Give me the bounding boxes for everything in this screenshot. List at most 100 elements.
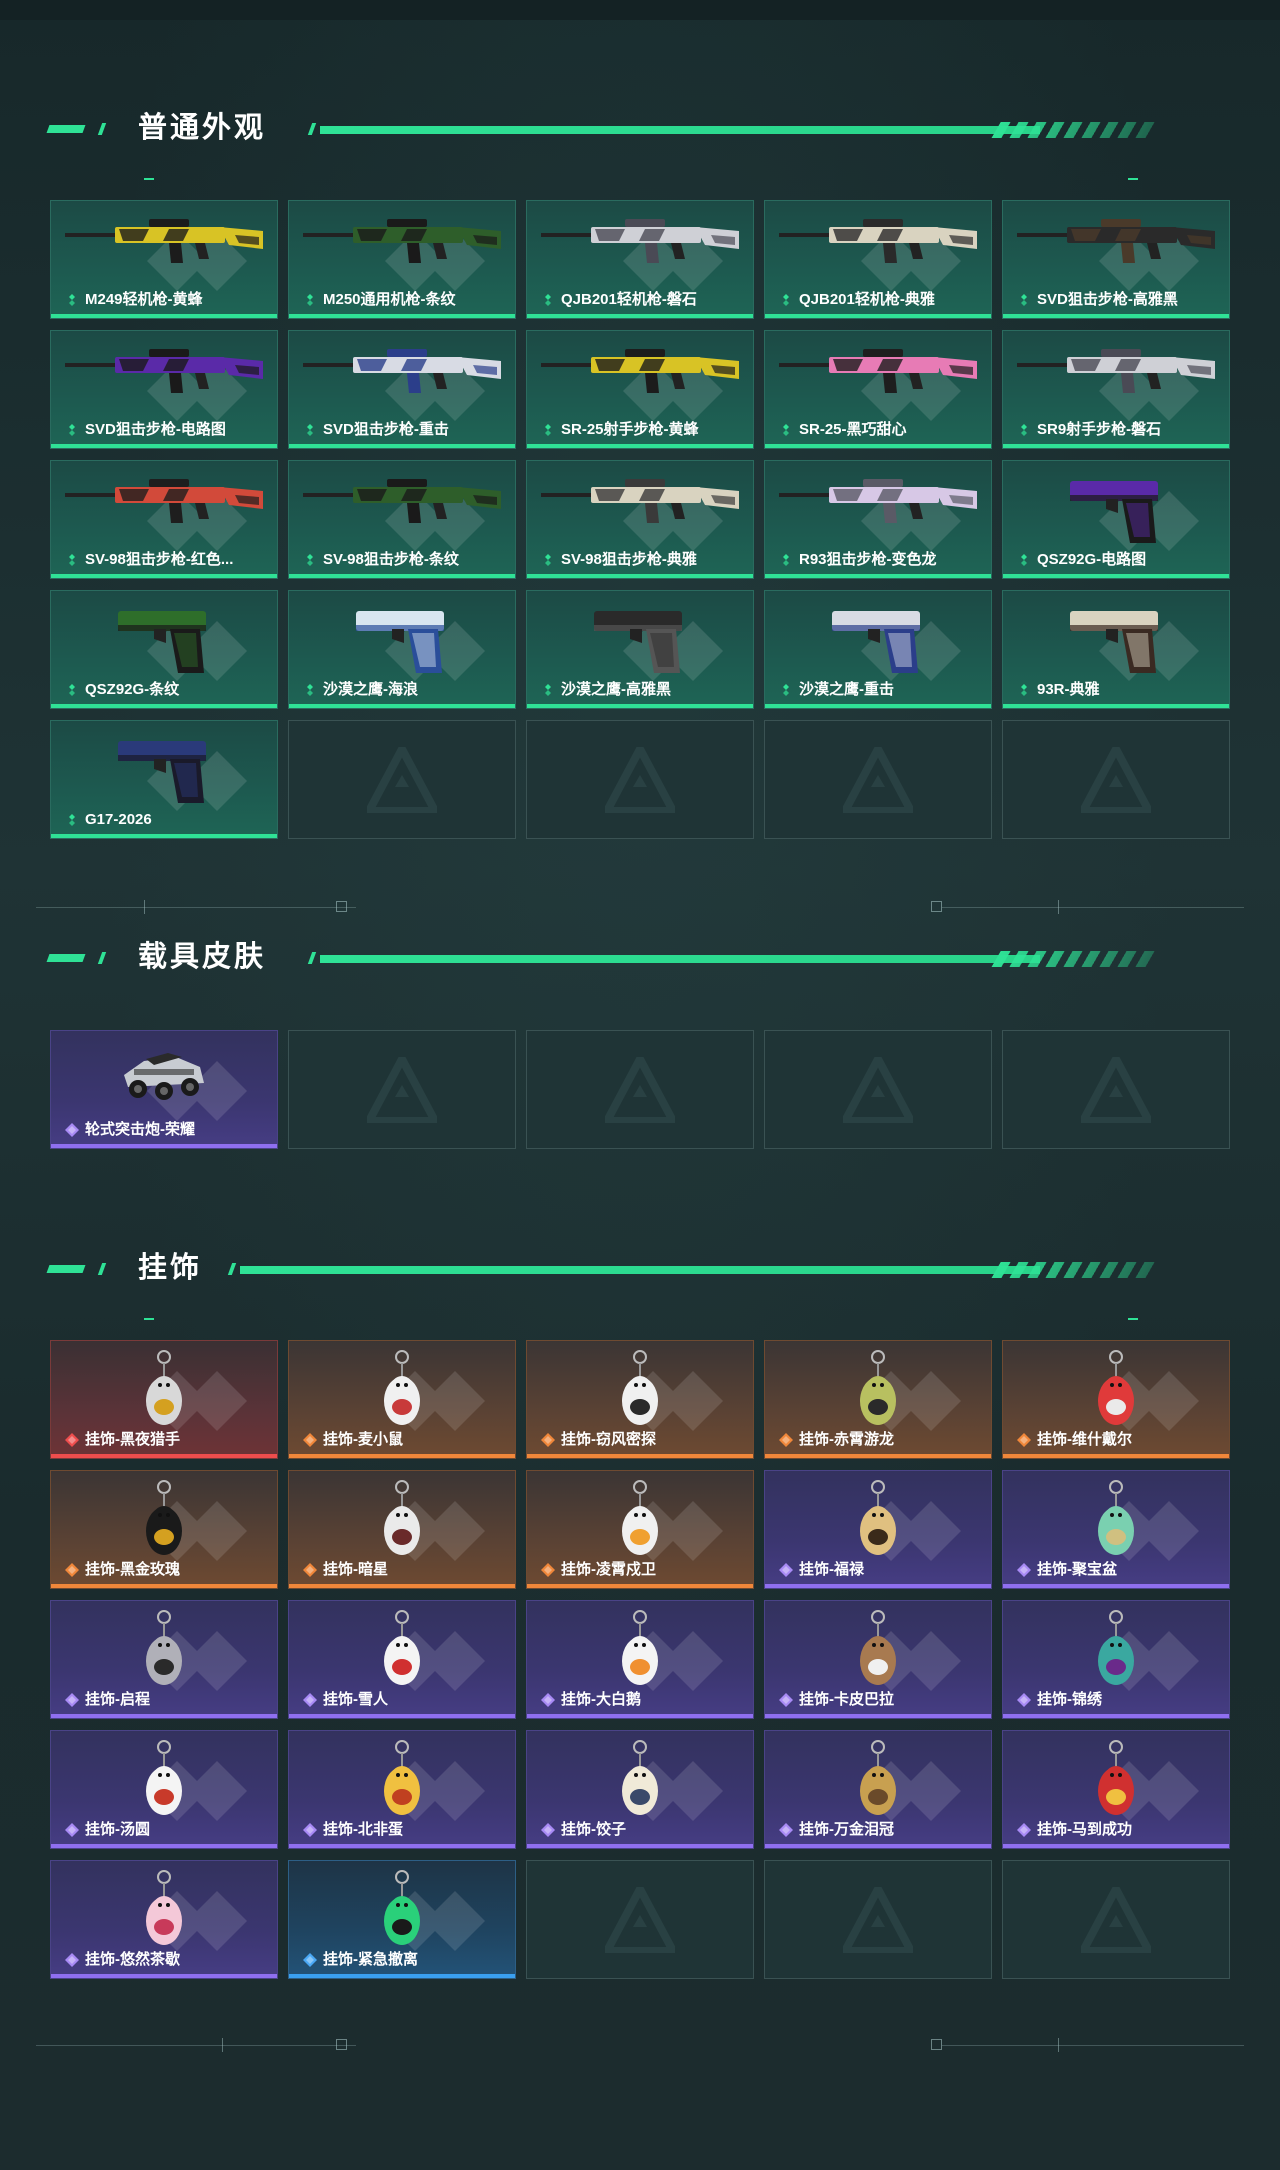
item-card[interactable]: SR9射手步枪-磐石 bbox=[1002, 330, 1230, 449]
empty-slot bbox=[288, 720, 516, 839]
item-card[interactable]: QJB201轻机枪-磐石 bbox=[526, 200, 754, 319]
item-card[interactable]: SVD狙击步枪-重击 bbox=[288, 330, 516, 449]
item-name: 挂饰-黑金玫瑰 bbox=[85, 1561, 180, 1578]
charm-cupcake-icon bbox=[129, 1869, 199, 1960]
item-name: 挂饰-紧急撤离 bbox=[323, 1951, 418, 1968]
rarity-bar bbox=[527, 444, 753, 448]
rarity-bar bbox=[51, 834, 277, 838]
item-name: SVD狙击步枪-重击 bbox=[323, 421, 449, 438]
empty-slot bbox=[764, 1860, 992, 1979]
item-card[interactable]: 沙漠之鹰-高雅黑 bbox=[526, 590, 754, 709]
item-label: 挂饰-维什戴尔 bbox=[1017, 1430, 1223, 1450]
item-card[interactable]: 挂饰-北非蛋 bbox=[288, 1730, 516, 1849]
item-card[interactable]: 挂饰-大白鹅 bbox=[526, 1600, 754, 1719]
placeholder-logo-icon bbox=[1081, 1056, 1151, 1123]
item-label: 沙漠之鹰-重击 bbox=[779, 680, 985, 700]
item-label: SVD狙击步枪-电路图 bbox=[65, 420, 271, 440]
rarity-purple-icon bbox=[65, 1953, 79, 1967]
header-accent-dash bbox=[46, 954, 86, 962]
item-card[interactable]: SVD狙击步枪-电路图 bbox=[50, 330, 278, 449]
item-label: 挂饰-锦绣 bbox=[1017, 1690, 1223, 1710]
rarity-bar bbox=[51, 444, 277, 448]
item-card[interactable]: SV-98狙击步枪-典雅 bbox=[526, 460, 754, 579]
item-card[interactable]: 挂饰-暗星 bbox=[288, 1470, 516, 1589]
rarity-green-icon bbox=[541, 423, 555, 437]
item-card[interactable]: 挂饰-饺子 bbox=[526, 1730, 754, 1849]
item-card[interactable]: G17-2026 bbox=[50, 720, 278, 839]
item-card[interactable]: 挂饰-黑夜猎手 bbox=[50, 1340, 278, 1459]
rarity-bar bbox=[527, 1584, 753, 1588]
item-card[interactable]: 93R-典雅 bbox=[1002, 590, 1230, 709]
item-card[interactable]: 挂饰-赤霄游龙 bbox=[764, 1340, 992, 1459]
empty-slot bbox=[1002, 1030, 1230, 1149]
rarity-green-icon bbox=[65, 423, 79, 437]
item-card[interactable]: SV-98狙击步枪-红色... bbox=[50, 460, 278, 579]
item-label: 挂饰-福禄 bbox=[779, 1560, 985, 1580]
rarity-bar bbox=[1003, 574, 1229, 578]
item-card[interactable]: SR-25-黑巧甜心 bbox=[764, 330, 992, 449]
charm-goose-icon bbox=[605, 1609, 675, 1700]
item-card[interactable]: 挂饰-汤圆 bbox=[50, 1730, 278, 1849]
rarity-green-icon bbox=[65, 813, 79, 827]
placeholder-logo-icon bbox=[605, 1056, 675, 1123]
header-line bbox=[320, 955, 1040, 963]
item-name: SR-25射手步枪-黄蜂 bbox=[561, 421, 699, 438]
item-card[interactable]: 挂饰-悠然茶歇 bbox=[50, 1860, 278, 1979]
rarity-green-icon bbox=[65, 293, 79, 307]
rarity-blue-icon bbox=[303, 1953, 317, 1967]
rarity-green-icon bbox=[1017, 683, 1031, 697]
header-mini-marker bbox=[144, 1318, 154, 1320]
rarity-green-icon bbox=[779, 293, 793, 307]
rarity-green-icon bbox=[1017, 293, 1031, 307]
item-card[interactable]: 挂饰-启程 bbox=[50, 1600, 278, 1719]
item-card[interactable]: 挂饰-维什戴尔 bbox=[1002, 1340, 1230, 1459]
item-label: 挂饰-黑夜猎手 bbox=[65, 1430, 271, 1450]
header-accent-tick bbox=[97, 952, 107, 964]
rarity-green-icon bbox=[779, 683, 793, 697]
item-card[interactable]: QSZ92G-条纹 bbox=[50, 590, 278, 709]
item-card[interactable]: R93狙击步枪-变色龙 bbox=[764, 460, 992, 579]
item-card[interactable]: 挂饰-福禄 bbox=[764, 1470, 992, 1589]
item-name: 挂饰-马到成功 bbox=[1037, 1821, 1132, 1838]
rarity-bar bbox=[1003, 1714, 1229, 1718]
item-card[interactable]: 轮式突击炮-荣耀 bbox=[50, 1030, 278, 1149]
rarity-bar bbox=[527, 704, 753, 708]
rarity-bar bbox=[765, 1714, 991, 1718]
item-card[interactable]: 沙漠之鹰-海浪 bbox=[288, 590, 516, 709]
item-card[interactable]: 挂饰-聚宝盆 bbox=[1002, 1470, 1230, 1589]
item-card[interactable]: QJB201轻机枪-典雅 bbox=[764, 200, 992, 319]
item-card[interactable]: 挂饰-紧急撤离 bbox=[288, 1860, 516, 1979]
item-card[interactable]: 挂饰-锦绣 bbox=[1002, 1600, 1230, 1719]
item-card[interactable]: 挂饰-黑金玫瑰 bbox=[50, 1470, 278, 1589]
machine-gun-icon bbox=[297, 209, 507, 278]
item-card[interactable]: SVD狙击步枪-高雅黑 bbox=[1002, 200, 1230, 319]
item-card[interactable]: SR-25射手步枪-黄蜂 bbox=[526, 330, 754, 449]
item-card[interactable]: SV-98狙击步枪-条纹 bbox=[288, 460, 516, 579]
item-card[interactable]: 挂饰-马到成功 bbox=[1002, 1730, 1230, 1849]
item-name: SV-98狙击步枪-典雅 bbox=[561, 551, 697, 568]
empty-slot bbox=[1002, 720, 1230, 839]
pistol-icon bbox=[1056, 469, 1176, 554]
item-card[interactable]: 挂饰-凌霄戍卫 bbox=[526, 1470, 754, 1589]
charm-capybara-icon bbox=[843, 1609, 913, 1700]
item-name: 挂饰-雪人 bbox=[323, 1691, 388, 1708]
item-card[interactable]: 挂饰-雪人 bbox=[288, 1600, 516, 1719]
header-accent-dash bbox=[46, 1265, 86, 1273]
item-name: 挂饰-聚宝盆 bbox=[1037, 1561, 1117, 1578]
light-machine-gun-icon bbox=[773, 209, 983, 278]
item-card[interactable]: 挂饰-麦小鼠 bbox=[288, 1340, 516, 1459]
item-card[interactable]: 挂饰-窃风密探 bbox=[526, 1340, 754, 1459]
item-name: 挂饰-福禄 bbox=[799, 1561, 864, 1578]
item-card[interactable]: 挂饰-卡皮巴拉 bbox=[764, 1600, 992, 1719]
rarity-bar bbox=[765, 314, 991, 318]
rarity-bar bbox=[289, 444, 515, 448]
weapon-skin-grid: M249轻机枪-黄蜂 M250通用机枪-条纹 QJB201轻机枪-磐石 QJB201轻… bbox=[50, 200, 1230, 839]
item-card[interactable]: 沙漠之鹰-重击 bbox=[764, 590, 992, 709]
item-card[interactable]: M249轻机枪-黄蜂 bbox=[50, 200, 278, 319]
item-label: 93R-典雅 bbox=[1017, 680, 1223, 700]
item-card[interactable]: M250通用机枪-条纹 bbox=[288, 200, 516, 319]
rarity-red-icon bbox=[65, 1433, 79, 1447]
item-card[interactable]: 挂饰-万金泪冠 bbox=[764, 1730, 992, 1849]
rarity-bar bbox=[1003, 444, 1229, 448]
item-card[interactable]: QSZ92G-电路图 bbox=[1002, 460, 1230, 579]
